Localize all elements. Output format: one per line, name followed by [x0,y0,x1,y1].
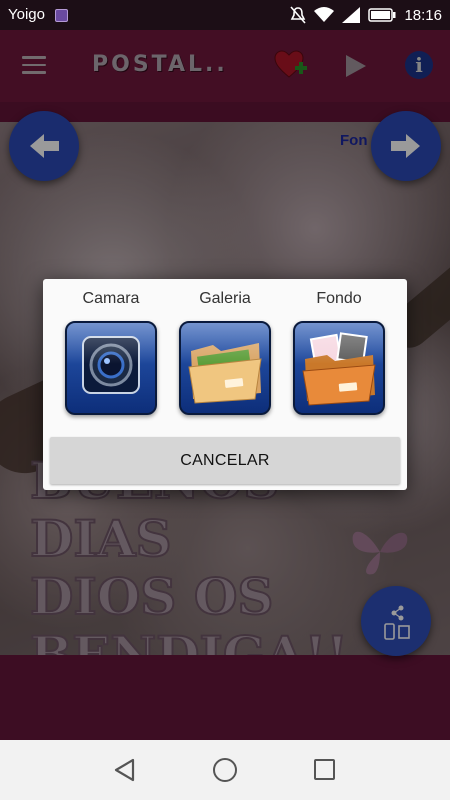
gallery-folder-icon[interactable] [179,321,271,415]
status-icons: 18:16 [290,5,442,25]
share-icon [384,605,410,640]
recent-apps-icon[interactable] [314,759,335,780]
signal-icon [342,7,361,23]
arrow-right-icon [391,134,420,158]
next-button[interactable] [371,111,441,181]
carrier-name: Yoigo [8,6,45,23]
share-button[interactable] [361,586,431,656]
background-option-label: Fondo [316,290,362,307]
system-nav-bar [0,740,450,800]
back-icon[interactable] [113,758,137,782]
image-source-dialog: Camara Galeria Fondo CANCELAR [43,279,407,490]
mute-icon [290,6,307,24]
camera-option[interactable]: Camara [56,287,166,415]
gallery-option[interactable]: Galeria [170,287,280,415]
status-bar: Yoigo 18:16 [0,0,450,30]
previous-button[interactable] [9,111,79,181]
background-folder-icon[interactable] [293,321,385,415]
background-option[interactable]: Fondo [284,287,394,415]
home-icon[interactable] [213,758,237,782]
camera-icon[interactable] [65,321,157,415]
gallery-option-label: Galeria [199,290,251,307]
image-notification-icon [55,9,68,22]
camera-option-label: Camara [82,290,140,307]
clock: 18:16 [404,6,442,24]
arrow-left-icon [30,134,59,158]
wifi-icon [314,7,335,22]
cancel-button[interactable]: CANCELAR [50,437,400,484]
battery-icon [368,8,396,22]
